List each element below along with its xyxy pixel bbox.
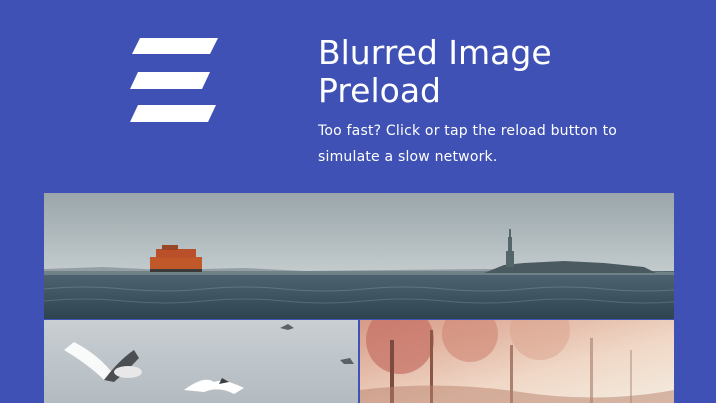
page-title: Blurred Image Preload xyxy=(318,33,552,110)
seagulls-in-flight-photo xyxy=(44,320,358,403)
image-gallery xyxy=(44,193,674,403)
autumn-forest-photo xyxy=(360,320,674,403)
page-description: Too fast? Click or tap the reload button… xyxy=(318,123,618,165)
app-logo xyxy=(128,38,220,122)
harbor-ferry-statue-photo xyxy=(44,193,674,319)
logo-icon xyxy=(130,38,218,122)
